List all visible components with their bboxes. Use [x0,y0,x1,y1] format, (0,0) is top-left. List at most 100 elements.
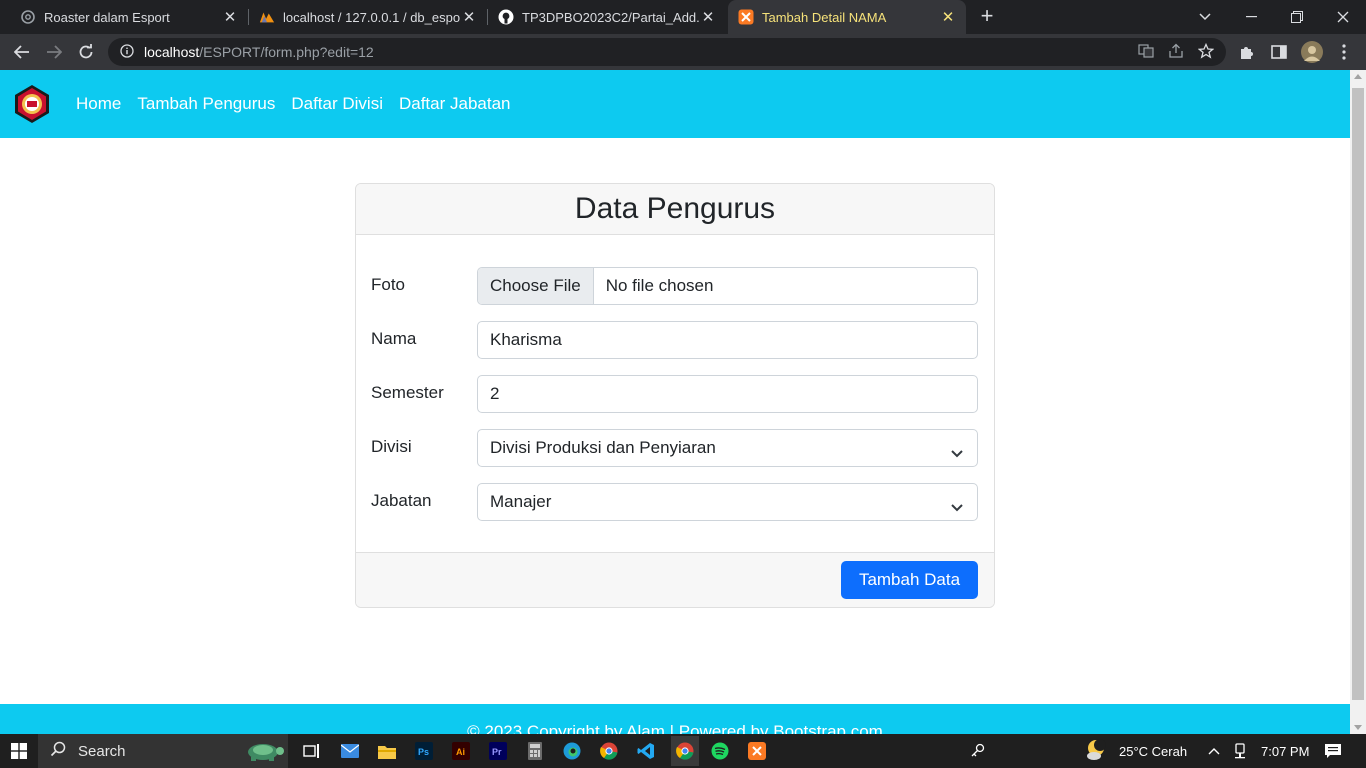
edge-icon[interactable] [560,739,584,763]
divisi-label: Divisi [371,437,412,456]
search-placeholder: Search [78,742,126,760]
restore-button[interactable] [1274,0,1320,34]
tab-title: Tambah Detail NAMA [762,9,887,25]
tab-search-chevron-icon[interactable] [1182,0,1228,34]
spotify-icon[interactable] [708,739,732,763]
side-panel-icon[interactable] [1265,38,1293,66]
semester-row: Semester 2 [371,375,979,413]
nama-label: Nama [371,329,417,348]
nama-input[interactable]: Kharisma [477,321,978,359]
chevron-down-icon [951,497,963,517]
chevron-down-icon [951,443,963,463]
no-file-text: No file chosen [605,276,714,295]
browser-tab-strip: Roaster dalam Esport ✕ localhost / 127.0… [0,0,1366,34]
brand-logo-icon[interactable] [12,84,52,124]
calculator-icon[interactable] [523,739,547,763]
scrollbar-thumb[interactable] [1352,88,1364,700]
mail-icon[interactable] [338,739,362,763]
premiere-icon[interactable]: Pr [486,739,510,763]
file-explorer-icon[interactable] [375,739,399,763]
browser-menu-icon[interactable] [1330,38,1358,66]
search-highlight-turtle-icon [238,738,288,768]
close-tab-icon[interactable]: ✕ [940,8,956,26]
close-tab-icon[interactable]: ✕ [461,8,477,26]
people-search-icon[interactable] [966,739,990,763]
forward-button[interactable] [40,38,68,66]
foto-row: Foto Choose File No file chosen [371,267,979,305]
nav-daftar-divisi-link[interactable]: Daftar Divisi [291,94,383,114]
profile-avatar[interactable] [1298,38,1326,66]
share-icon[interactable] [1168,43,1184,62]
form-footer: Tambah Data [356,552,994,607]
close-tab-icon[interactable]: ✕ [222,8,238,26]
page-scrollbar[interactable] [1350,70,1366,734]
nama-row: Nama Kharisma [371,321,979,359]
translate-icon[interactable] [1138,43,1154,62]
github-icon [498,9,514,25]
minimize-button[interactable] [1228,0,1274,34]
back-button[interactable] [8,38,36,66]
scroll-down-arrow-icon[interactable] [1354,725,1362,730]
network-icon[interactable] [1233,734,1247,768]
illustrator-icon[interactable]: Ai [449,739,473,763]
top-navbar: Home Tambah Pengurus Daftar Divisi Dafta… [0,70,1350,138]
close-window-button[interactable] [1320,0,1366,34]
tab-tambah-detail[interactable]: Tambah Detail NAMA ✕ [728,0,966,34]
windows-start-icon[interactable] [7,739,31,763]
choose-file-button[interactable]: Choose File [478,268,594,304]
nav-tambah-pengurus-link[interactable]: Tambah Pengurus [137,94,275,114]
semester-label: Semester [371,383,444,402]
tab-github[interactable]: TP3DPBO2023C2/Partai_Add.png ✕ [488,0,726,34]
form-body: Foto Choose File No file chosen Nama Kha… [356,235,994,553]
tab-title: TP3DPBO2023C2/Partai_Add.png [522,9,700,25]
bookmark-star-icon[interactable] [1197,42,1215,62]
semester-input[interactable]: 2 [477,375,978,413]
jabatan-row: Jabatan Manajer [371,483,979,521]
url-host: localhost [144,44,200,60]
clock-time[interactable]: 7:07 PM [1261,734,1309,768]
form-title: Data Pengurus [356,184,994,235]
page-footer: © 2023 Copyright by Alam | Powered by Bo… [0,704,1350,734]
weather-text: 25°C Cerah [1119,743,1188,759]
search-icon [50,741,66,761]
chatgpt-icon [20,9,36,25]
jabatan-selected-value: Manajer [490,492,552,511]
divisi-row: Divisi Divisi Produksi dan Penyiaran [371,429,979,467]
divisi-select[interactable]: Divisi Produksi dan Penyiaran [477,429,978,467]
new-tab-button[interactable]: + [975,5,999,29]
chrome-icon[interactable] [597,739,621,763]
svg-text:Ps: Ps [418,747,429,757]
browser-toolbar: localhost/ESPORT/form.php?edit=12 [0,34,1366,70]
svg-text:Ai: Ai [456,747,465,757]
close-tab-icon[interactable]: ✕ [700,8,716,26]
nav-home-link[interactable]: Home [76,94,121,114]
tab-title: localhost / 127.0.0.1 / db_esport [283,9,461,25]
phpmyadmin-icon [259,9,275,25]
web-page: Home Tambah Pengurus Daftar Divisi Dafta… [0,70,1350,734]
xampp-icon [738,9,754,25]
foto-label: Foto [371,275,406,294]
notifications-icon[interactable] [1325,734,1341,768]
tab-phpmyadmin[interactable]: localhost / 127.0.0.1 / db_esport ✕ [249,0,487,34]
jabatan-select[interactable]: Manajer [477,483,978,521]
address-bar[interactable]: localhost/ESPORT/form.php?edit=12 [108,38,1226,66]
tab-roaster[interactable]: Roaster dalam Esport ✕ [0,0,248,34]
moon-cloud-icon [1085,738,1109,764]
svg-text:Pr: Pr [492,747,502,757]
chrome-active-icon[interactable] [671,736,699,766]
weather-widget[interactable]: 25°C Cerah [1085,734,1187,768]
site-info-icon[interactable] [120,43,134,61]
taskbar-search-box[interactable]: Search [38,734,288,768]
scroll-up-arrow-icon[interactable] [1354,74,1362,79]
tambah-data-button[interactable]: Tambah Data [841,561,978,599]
vscode-icon[interactable] [634,739,658,763]
tray-overflow-chevron-icon[interactable] [1208,734,1220,768]
tab-title: Roaster dalam Esport [44,9,170,25]
task-view-icon[interactable] [300,739,324,763]
reload-button[interactable] [72,38,100,66]
foto-file-input[interactable]: Choose File No file chosen [477,267,978,305]
xampp-taskbar-icon[interactable] [745,739,769,763]
nav-daftar-jabatan-link[interactable]: Daftar Jabatan [399,94,511,114]
photoshop-icon[interactable]: Ps [412,739,436,763]
extensions-puzzle-icon[interactable] [1233,38,1261,66]
